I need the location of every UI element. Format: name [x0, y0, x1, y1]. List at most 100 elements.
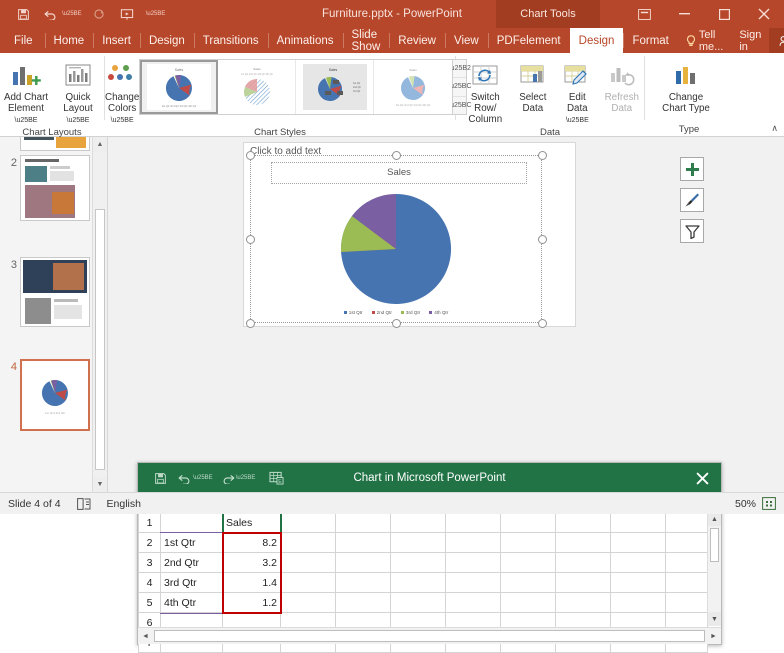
tab-chart-format[interactable]: Format: [623, 28, 677, 53]
slide-card-2[interactable]: [20, 155, 90, 221]
close-button[interactable]: [744, 0, 784, 28]
cell-C3[interactable]: [280, 552, 336, 573]
cell-F1[interactable]: [445, 512, 501, 533]
tab-design[interactable]: Design: [139, 28, 194, 53]
tab-insert[interactable]: Insert: [93, 28, 140, 53]
cell-J5[interactable]: [665, 592, 708, 613]
cell-F2[interactable]: [445, 532, 501, 553]
customize-quick-access-toolbar-icon[interactable]: \u25BE: [146, 11, 168, 17]
zoom-level[interactable]: 50%: [735, 498, 756, 510]
add-chart-element-caret-icon[interactable]: \u25BE: [15, 117, 38, 124]
cell-C1[interactable]: [280, 512, 336, 533]
slide-panel-scroll-thumb[interactable]: [95, 209, 105, 470]
cell-E4[interactable]: [390, 572, 446, 593]
resize-handle-se[interactable]: [538, 319, 547, 328]
undo-icon[interactable]: [38, 3, 64, 25]
maximize-button[interactable]: [704, 0, 744, 28]
cell-I1[interactable]: [610, 512, 666, 533]
cell-B3[interactable]: 3.2: [222, 552, 281, 573]
cell-B1[interactable]: Sales: [222, 512, 281, 533]
undo-dropdown-icon[interactable]: \u25BE: [193, 475, 215, 481]
cell-H1[interactable]: [555, 512, 611, 533]
cell-H4[interactable]: [555, 572, 611, 593]
excel-data-window[interactable]: \u25BE \u25BE E Chart in Microsoft Power…: [137, 462, 722, 653]
chart-styles-button[interactable]: [680, 188, 704, 212]
cell-G3[interactable]: [500, 552, 556, 573]
tab-view[interactable]: View: [445, 28, 488, 53]
tab-animations[interactable]: Animations: [267, 28, 343, 53]
slide-canvas[interactable]: Click to add text Sales 1st Qtr 2nd Qtr …: [109, 137, 784, 492]
legend-item-4[interactable]: 4th Qtr: [429, 310, 448, 315]
slide-thumbnail-4[interactable]: 4 1st 2nd 3rd 4th: [4, 359, 90, 431]
fit-to-window-icon[interactable]: [762, 497, 776, 510]
excel-scroll-up-icon[interactable]: ▲: [708, 512, 721, 526]
row-header-2[interactable]: 2: [138, 532, 161, 553]
tab-home[interactable]: Home: [44, 28, 94, 53]
cell-I4[interactable]: [610, 572, 666, 593]
slide-panel-scroll-up-icon[interactable]: ▲: [93, 137, 107, 152]
chart-style-thumbnail-4[interactable]: Sales 1st Qtr 2nd Qtr 3rd Qtr 4th Qtr: [374, 60, 453, 114]
chart-legend[interactable]: 1st Qtr 2nd Qtr 3rd Qtr 4th Qtr: [251, 310, 541, 315]
cell-G5[interactable]: [500, 592, 556, 613]
save-icon[interactable]: [148, 467, 172, 489]
chart-style-thumbnail-3[interactable]: Sales 1st Qtr 2nd Qtr 3rd Qtr: [296, 60, 375, 114]
cell-I5[interactable]: [610, 592, 666, 613]
excel-close-button[interactable]: [683, 463, 721, 493]
minimize-button[interactable]: [664, 0, 704, 28]
chart-filters-button[interactable]: [680, 219, 704, 243]
resize-handle-s[interactable]: [392, 319, 401, 328]
excel-horizontal-scroll-thumb[interactable]: [154, 630, 705, 642]
cell-E3[interactable]: [390, 552, 446, 573]
pie-chart-plot-area[interactable]: [337, 190, 455, 308]
edit-data-in-excel-icon[interactable]: E: [264, 467, 288, 489]
cell-D5[interactable]: [335, 592, 391, 613]
current-slide[interactable]: Click to add text Sales 1st Qtr 2nd Qtr …: [243, 142, 704, 328]
table-row[interactable]: 2 1st Qtr 8.2: [138, 532, 708, 553]
tab-review[interactable]: Review: [389, 28, 445, 53]
undo-dropdown-icon[interactable]: \u25BE: [62, 11, 84, 17]
cell-J1[interactable]: [665, 512, 708, 533]
resize-handle-sw[interactable]: [246, 319, 255, 328]
tab-file[interactable]: File: [0, 28, 45, 53]
sign-in-button[interactable]: Sign in: [731, 28, 769, 53]
row-header-5[interactable]: 5: [138, 592, 161, 613]
chart-elements-button[interactable]: [680, 157, 704, 181]
legend-item-1[interactable]: 1st Qtr: [343, 310, 363, 315]
add-chart-element-button[interactable]: Add Chart Element \u25BE: [0, 57, 52, 126]
resize-handle-w[interactable]: [246, 235, 255, 244]
slide-panel-scroll-down-icon[interactable]: ▼: [93, 477, 107, 492]
save-icon[interactable]: [10, 3, 36, 25]
cell-A3[interactable]: 2nd Qtr: [160, 552, 223, 573]
slide-thumbnail-1[interactable]: [4, 137, 90, 151]
tell-me-box[interactable]: Tell me...: [678, 28, 731, 53]
row-header-3[interactable]: 3: [138, 552, 161, 573]
cell-G4[interactable]: [500, 572, 556, 593]
cell-I2[interactable]: [610, 532, 666, 553]
cell-D1[interactable]: [335, 512, 391, 533]
table-row[interactable]: 5 4th Qtr 1.2: [138, 592, 708, 613]
slide-panel-scrollbar[interactable]: ▲ ▼: [92, 137, 107, 492]
tab-pdfelement[interactable]: PDFelement: [487, 28, 570, 53]
slide-card-4[interactable]: 1st 2nd 3rd 4th: [20, 359, 90, 431]
cell-D4[interactable]: [335, 572, 391, 593]
cell-A4[interactable]: 3rd Qtr: [160, 572, 223, 593]
quick-layout-caret-icon[interactable]: \u25BE: [67, 117, 90, 124]
resize-handle-ne[interactable]: [538, 151, 547, 160]
quick-layout-button[interactable]: Quick Layout \u25BE: [52, 57, 104, 126]
change-colors-caret-icon[interactable]: \u25BE: [111, 117, 134, 124]
edit-data-button[interactable]: Edit Data \u25BE: [555, 57, 599, 126]
ribbon-display-options-icon[interactable]: [624, 0, 664, 28]
cell-C4[interactable]: [280, 572, 336, 593]
slide-thumbnail-3[interactable]: 3: [4, 257, 90, 327]
excel-grid[interactable]: A B C D E F G H I J: [138, 493, 721, 653]
table-row[interactable]: 3 2nd Qtr 3.2: [138, 552, 708, 573]
redo-dropdown-icon[interactable]: \u25BE: [236, 475, 258, 481]
cell-B5[interactable]: 1.2: [222, 592, 281, 613]
excel-scroll-left-icon[interactable]: ◄: [138, 633, 153, 640]
change-chart-type-button[interactable]: Change Chart Type: [653, 57, 719, 114]
row-header-1[interactable]: 1: [138, 512, 161, 533]
cell-A5[interactable]: 4th Qtr: [160, 592, 223, 613]
row-header-4[interactable]: 4: [138, 572, 161, 593]
resize-handle-e[interactable]: [538, 235, 547, 244]
cell-E2[interactable]: [390, 532, 446, 553]
